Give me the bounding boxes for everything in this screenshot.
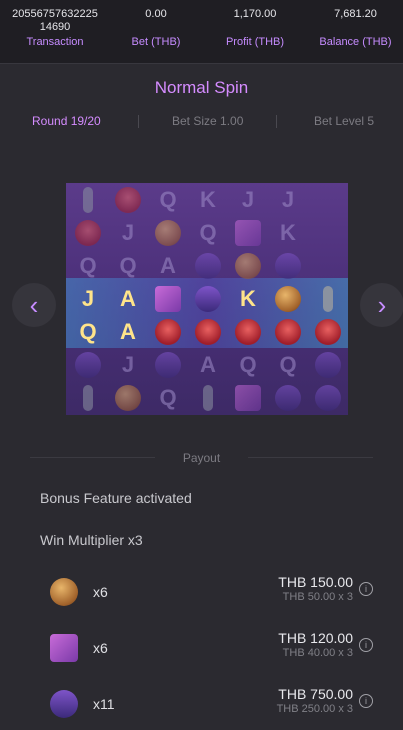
reel-symbol-j: J	[121, 351, 135, 377]
reel-symbol-j: J	[81, 285, 95, 311]
round-label: Round 19/20	[32, 114, 101, 128]
reel-symbol-q: Q	[159, 186, 177, 212]
wild-icon	[148, 315, 188, 348]
symbol-count: x6	[93, 584, 108, 600]
reel-symbol-k: K	[240, 285, 256, 311]
bet-level-label: Bet Level 5	[314, 114, 375, 128]
info-icon[interactable]: i	[359, 582, 373, 596]
symbol-count: x11	[93, 696, 115, 712]
bet-value: 0.00	[145, 8, 167, 20]
balance-label: Balance (THB)	[319, 36, 392, 48]
reel-grid: QKJJJQKQQAJAKQAJAQQQ	[66, 183, 348, 415]
reel-symbol-a: A	[120, 318, 136, 344]
reel-symbol-q: Q	[159, 384, 177, 410]
mic-icon	[188, 381, 228, 414]
reel-symbol-q: Q	[79, 318, 97, 344]
divider	[138, 115, 139, 128]
divider	[276, 115, 277, 128]
coin-icon	[50, 578, 78, 606]
wild-icon	[228, 315, 268, 348]
payout-amount: THB 120.00	[278, 630, 353, 646]
reel-symbol-q: Q	[239, 351, 257, 377]
previous-spin-button[interactable]: ‹	[12, 283, 56, 327]
disc-icon	[228, 381, 268, 414]
spin-info-row: Round 19/20 Bet Size 1.00 Bet Level 5	[0, 114, 403, 130]
chevron-left-icon: ‹	[29, 289, 39, 320]
reel-symbol-q: Q	[199, 219, 217, 245]
head-icon	[268, 249, 308, 282]
coin-icon	[148, 216, 188, 249]
head-icon	[308, 348, 348, 381]
balance-value: 7,681.20	[334, 8, 377, 20]
symbol-count: x6	[93, 640, 108, 656]
divider	[248, 457, 373, 458]
payout-label: Payout	[182, 451, 221, 465]
multiplier-text: Win Multiplier x3	[40, 532, 143, 548]
transaction-label: Transaction	[26, 36, 84, 48]
coin-icon	[108, 381, 148, 414]
head-icon	[68, 348, 108, 381]
info-icon[interactable]: i	[359, 694, 373, 708]
payout-amount: THB 750.00	[278, 686, 353, 702]
headphones-icon	[50, 690, 78, 718]
reel-symbol-q: Q	[279, 351, 297, 377]
reel-symbol-a: A	[160, 252, 176, 278]
bet-column: 0.00 Bet (THB)	[110, 8, 202, 49]
mic-icon	[308, 282, 348, 315]
spin-title: Normal Spin	[154, 78, 249, 97]
transaction-column: 20556757632225 14690 Transaction	[2, 8, 108, 49]
reel-symbol-q: Q	[119, 252, 137, 278]
head-icon	[148, 348, 188, 381]
wild-icon	[68, 216, 108, 249]
bet-size-label: Bet Size 1.00	[172, 114, 244, 128]
reel-symbol-k: K	[280, 219, 296, 245]
payout-detail: THB 50.00 x 3	[282, 591, 353, 603]
payout-amount: THB 150.00	[278, 574, 353, 590]
next-spin-button[interactable]: ›	[360, 283, 403, 327]
reel-symbol-j: J	[281, 186, 295, 212]
payout-row: x6 THB 120.00 THB 40.00 x 3 i	[0, 630, 403, 674]
payout-row: x11 THB 750.00 THB 250.00 x 3 i	[0, 686, 403, 730]
bet-label: Bet (THB)	[131, 36, 181, 48]
payout-detail: THB 40.00 x 3	[282, 647, 353, 659]
mic-icon	[68, 183, 108, 216]
payout-detail: THB 250.00 x 3	[276, 703, 353, 715]
profit-column: 1,170.00 Profit (THB)	[205, 8, 305, 49]
wild-icon	[308, 315, 348, 348]
bonus-feature-text: Bonus Feature activated	[40, 490, 192, 506]
disc-icon	[148, 282, 188, 315]
disc-icon	[50, 634, 78, 662]
reel-symbol-a: A	[120, 285, 136, 311]
chevron-right-icon: ›	[377, 289, 387, 320]
wild-icon	[108, 183, 148, 216]
wild-icon	[268, 315, 308, 348]
coin-icon	[228, 249, 268, 282]
profit-label: Profit (THB)	[225, 36, 285, 48]
head-icon	[268, 381, 308, 414]
info-icon[interactable]: i	[359, 638, 373, 652]
profit-value: 1,170.00	[233, 8, 277, 20]
head-icon	[308, 381, 348, 414]
disc-icon	[228, 216, 268, 249]
reel-symbol-j: J	[241, 186, 255, 212]
coin-icon	[268, 282, 308, 315]
head-icon	[188, 249, 228, 282]
balance-column: 7,681.20 Balance (THB)	[308, 8, 403, 49]
head-icon	[188, 282, 228, 315]
reel-symbol-k: K	[200, 186, 216, 212]
reel-symbol-j: J	[121, 219, 135, 245]
mic-icon	[68, 381, 108, 414]
transaction-value: 20556757632225 14690	[12, 8, 98, 33]
transaction-header: 20556757632225 14690 Transaction 0.00 Be…	[0, 0, 403, 64]
payout-row: x6 THB 150.00 THB 50.00 x 3 i	[0, 574, 403, 618]
reel-symbol-q: Q	[79, 252, 97, 278]
wild-icon	[188, 315, 228, 348]
reel-symbol-a: A	[200, 351, 216, 377]
